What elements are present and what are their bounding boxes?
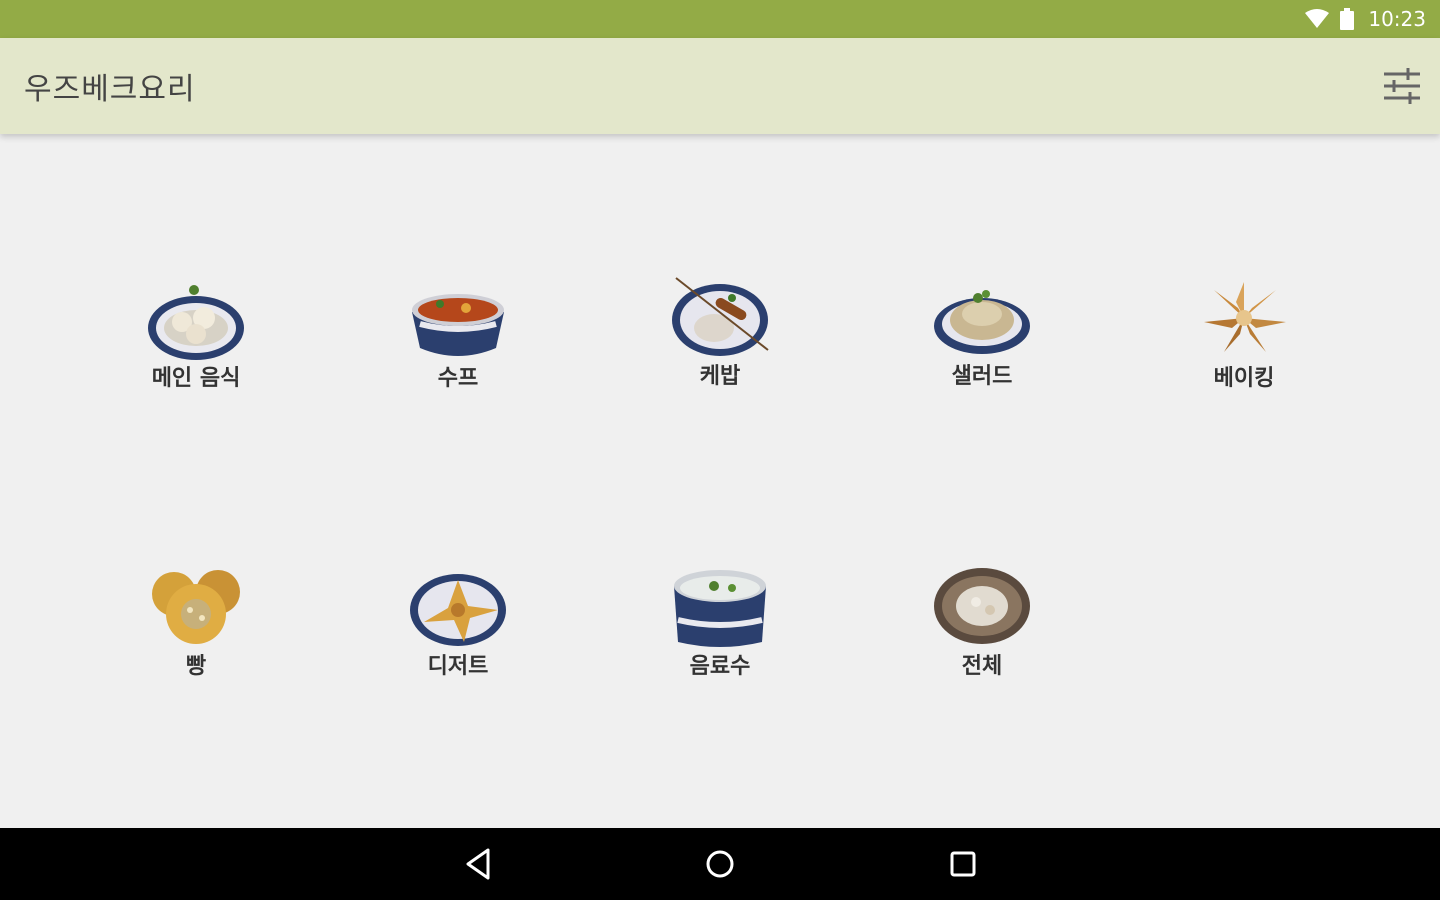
category-baking[interactable]: 베이킹 xyxy=(1164,278,1324,398)
drink-bowl-icon xyxy=(674,570,766,647)
kebab-plate-icon xyxy=(672,277,769,356)
baking-icon xyxy=(1204,282,1286,352)
category-all[interactable]: 전체 xyxy=(902,566,1062,686)
home-button[interactable] xyxy=(700,846,740,882)
home-icon xyxy=(706,850,734,878)
app-bar: 우즈베크요리 xyxy=(0,38,1440,134)
salad-plate-icon xyxy=(934,290,1030,354)
category-label: 케밥 xyxy=(699,364,741,389)
category-soup[interactable]: 수프 xyxy=(378,278,538,398)
category-bread[interactable]: 빵 xyxy=(116,566,276,686)
category-label: 메인 음식 xyxy=(151,366,241,391)
recents-button[interactable] xyxy=(943,846,983,882)
category-salad[interactable]: 샐러드 xyxy=(902,276,1062,396)
category-grid: 메인 음식 수프 케밥 샐러드 베이킹 빵 디저트 음료수 전체 xyxy=(0,134,1440,826)
dessert-plate-icon xyxy=(410,574,506,646)
category-drinks[interactable]: 음료수 xyxy=(640,566,800,686)
category-label: 빵 xyxy=(185,654,207,679)
category-label: 샐러드 xyxy=(951,364,1013,389)
status-bar: 10:23 xyxy=(0,0,1440,38)
filter-settings-button[interactable] xyxy=(1380,64,1424,108)
category-label: 베이킹 xyxy=(1213,366,1275,391)
wifi-icon xyxy=(1304,9,1330,29)
app-title: 우즈베크요리 xyxy=(24,72,196,107)
soup-bowl-icon xyxy=(412,294,504,356)
back-icon xyxy=(466,848,490,880)
category-kebab[interactable]: 케밥 xyxy=(640,276,800,396)
battery-icon xyxy=(1340,8,1355,30)
category-label: 수프 xyxy=(437,366,479,391)
sliders-icon xyxy=(1384,68,1420,104)
all-dishes-plate-icon xyxy=(934,568,1030,644)
category-main-dish[interactable]: 메인 음식 xyxy=(116,278,276,398)
recents-icon xyxy=(950,851,976,877)
category-label: 음료수 xyxy=(689,654,751,679)
clock-time: 10:23 xyxy=(1368,7,1426,31)
navigation-bar xyxy=(0,828,1440,900)
back-button[interactable] xyxy=(458,846,498,882)
category-label: 전체 xyxy=(961,654,1003,679)
bread-icon xyxy=(152,570,240,644)
category-label: 디저트 xyxy=(427,654,489,679)
main-dish-plate-icon xyxy=(148,285,244,360)
category-dessert[interactable]: 디저트 xyxy=(378,566,538,686)
